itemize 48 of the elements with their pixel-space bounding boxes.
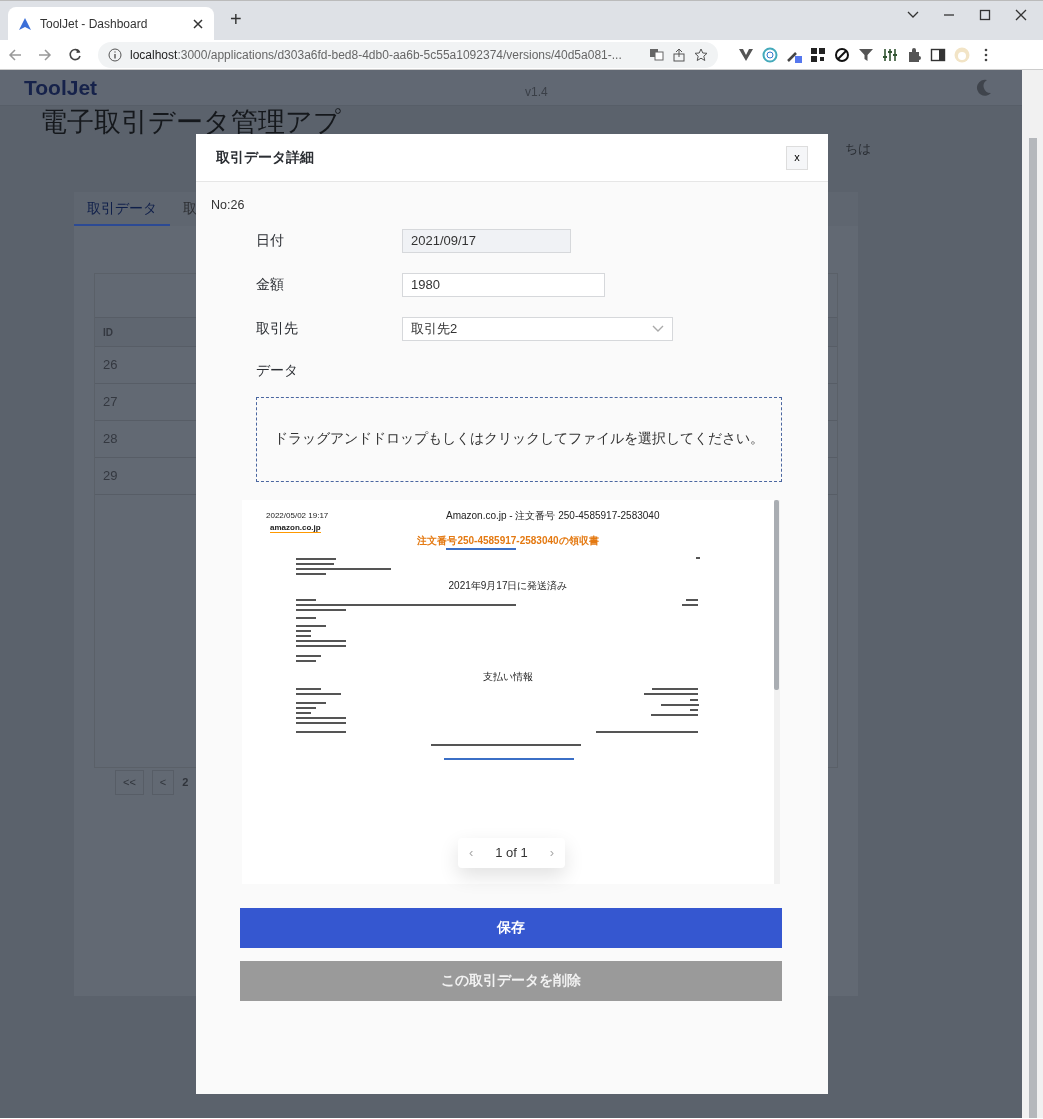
qr-code-icon[interactable] (810, 46, 826, 63)
close-button[interactable]: x (786, 145, 808, 170)
browser-tab[interactable]: ToolJet - Dashboard (8, 7, 214, 41)
shipped-date-text: 2021年9月17日に発送済み (447, 579, 569, 593)
funnel-icon[interactable] (858, 46, 874, 63)
address-bar[interactable]: localhost:3000/applications/d303a6fd-bed8-4db0-aa6b-5c55a1092374/versions/40d5a081-... (98, 41, 718, 68)
puzzle-icon[interactable] (906, 46, 922, 63)
page-indicator: 2 (182, 775, 189, 790)
v-shape-icon[interactable] (738, 46, 754, 63)
new-tab-button[interactable]: + (230, 9, 242, 29)
input-field[interactable]: 1980 (402, 272, 605, 297)
scrollbar[interactable] (1022, 70, 1043, 1118)
close-icon[interactable] (1015, 9, 1027, 21)
reload-icon[interactable] (68, 47, 82, 62)
ring-icon[interactable] (762, 46, 778, 63)
select-field[interactable]: 取引先2 (402, 316, 673, 341)
field-label: データ (256, 361, 299, 380)
translate-icon[interactable] (649, 47, 664, 62)
record-number: No:26 (211, 197, 246, 214)
page-indicator: 1 of 1 (495, 844, 528, 863)
modal-title: 取引データ詳細 (216, 148, 314, 167)
field-label: 日付 (256, 231, 285, 250)
star-icon[interactable] (694, 47, 708, 62)
app-logo-icon (18, 17, 32, 31)
app-title: 電子取引データ管理アプ (40, 108, 341, 137)
back-icon[interactable] (8, 47, 22, 62)
url-text: localhost:3000/applications/d303a6fd-bed8-4db0-aa6b-5c55a1092374/versions/40d5a081-... (130, 46, 623, 64)
save-button[interactable]: 保存 (240, 908, 782, 948)
document-title: Amazon.co.jp - 注文番号 250-4585917-2583040 (446, 509, 660, 523)
app-logo: ToolJet (24, 74, 98, 101)
amazon-logo: amazon.co.jp (270, 524, 321, 533)
sliders-icon[interactable] (882, 46, 898, 63)
file-dropzone[interactable]: ドラッグアンドドロップもしくはクリックしてファイルを選択してください。 (256, 397, 782, 482)
scrollbar[interactable] (774, 500, 780, 884)
maximize-icon[interactable] (979, 9, 991, 21)
field-label: 取引先 (256, 319, 299, 338)
blocked-icon[interactable] (834, 46, 850, 63)
receipt-heading: 注文番号250-4585917-2583040の領収書 (416, 534, 600, 548)
share-icon[interactable] (672, 47, 686, 62)
chevron-down-icon (652, 324, 664, 333)
tab-title: ToolJet - Dashboard (40, 16, 149, 33)
close-icon[interactable] (192, 18, 204, 30)
side-panel-icon[interactable] (930, 46, 946, 63)
field-label: 金額 (256, 275, 285, 294)
document-timestamp: 2022/05/02 19:17 (266, 510, 329, 522)
forward-icon[interactable] (38, 47, 52, 62)
info-icon[interactable] (108, 47, 122, 62)
payment-heading: 支払い情報 (482, 670, 534, 684)
